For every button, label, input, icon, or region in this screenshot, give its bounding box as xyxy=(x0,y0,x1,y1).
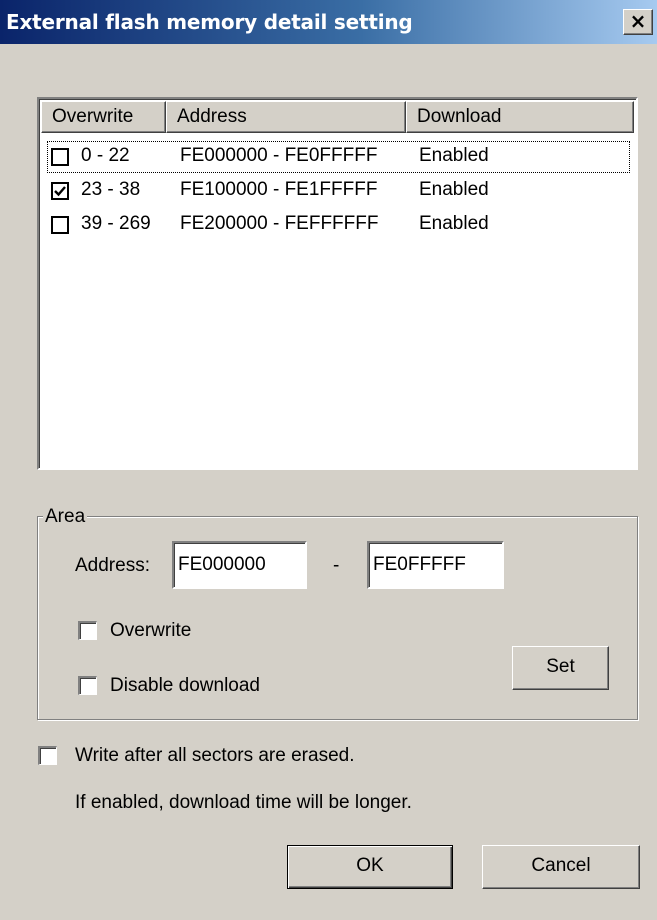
overwrite-checkbox[interactable] xyxy=(78,621,97,640)
disable-download-checkbox[interactable] xyxy=(78,676,97,695)
row-address: FE200000 - FEFFFFFF xyxy=(180,213,379,234)
write-after-erase-label[interactable]: Write after all sectors are erased. xyxy=(75,745,354,767)
row-range: 0 - 22 xyxy=(81,145,130,166)
list-row[interactable]: 0 - 22 FE000000 - FE0FFFFF Enabled xyxy=(47,141,630,173)
ok-button[interactable]: OK xyxy=(287,845,453,889)
cancel-button[interactable]: Cancel xyxy=(482,845,640,889)
list-row[interactable]: 23 - 38 FE100000 - FE1FFFFF Enabled xyxy=(47,175,630,207)
disable-download-label[interactable]: Disable download xyxy=(110,675,260,697)
end-address-input[interactable] xyxy=(367,541,504,589)
area-legend: Area xyxy=(43,506,88,528)
row-range: 23 - 38 xyxy=(81,179,141,200)
row-overwrite-checkbox[interactable] xyxy=(51,182,69,200)
row-download: Enabled xyxy=(419,213,489,234)
row-download: Enabled xyxy=(419,179,489,200)
row-address: FE100000 - FE1FFFFF xyxy=(180,179,378,200)
address-label: Address: xyxy=(75,555,150,576)
close-button[interactable]: × xyxy=(623,9,653,35)
column-header-download[interactable]: Download xyxy=(406,101,634,133)
address-separator: - xyxy=(333,555,340,576)
set-button[interactable]: Set xyxy=(512,646,609,690)
list-header: Overwrite Address Download xyxy=(41,101,634,133)
row-download: Enabled xyxy=(419,145,489,166)
row-overwrite-checkbox[interactable] xyxy=(51,148,69,166)
column-header-address[interactable]: Address xyxy=(166,101,406,133)
note-text: If enabled, download time will be longer… xyxy=(75,792,412,813)
start-address-input[interactable] xyxy=(172,541,307,589)
flash-area-list[interactable]: Overwrite Address Download 0 - 22 FE0000… xyxy=(37,97,638,470)
close-icon: × xyxy=(629,9,647,33)
write-after-erase-checkbox[interactable] xyxy=(38,746,57,765)
row-range: 39 - 269 xyxy=(81,213,151,234)
list-row[interactable]: 39 - 269 FE200000 - FEFFFFFF Enabled xyxy=(47,209,630,241)
checkmark-icon xyxy=(54,186,66,197)
title-bar: External flash memory detail setting × xyxy=(0,0,657,44)
row-address: FE000000 - FE0FFFFF xyxy=(180,145,378,166)
window-title: External flash memory detail setting xyxy=(6,10,413,34)
column-header-overwrite[interactable]: Overwrite xyxy=(41,101,166,133)
overwrite-label[interactable]: Overwrite xyxy=(110,620,191,642)
row-overwrite-checkbox[interactable] xyxy=(51,216,69,234)
